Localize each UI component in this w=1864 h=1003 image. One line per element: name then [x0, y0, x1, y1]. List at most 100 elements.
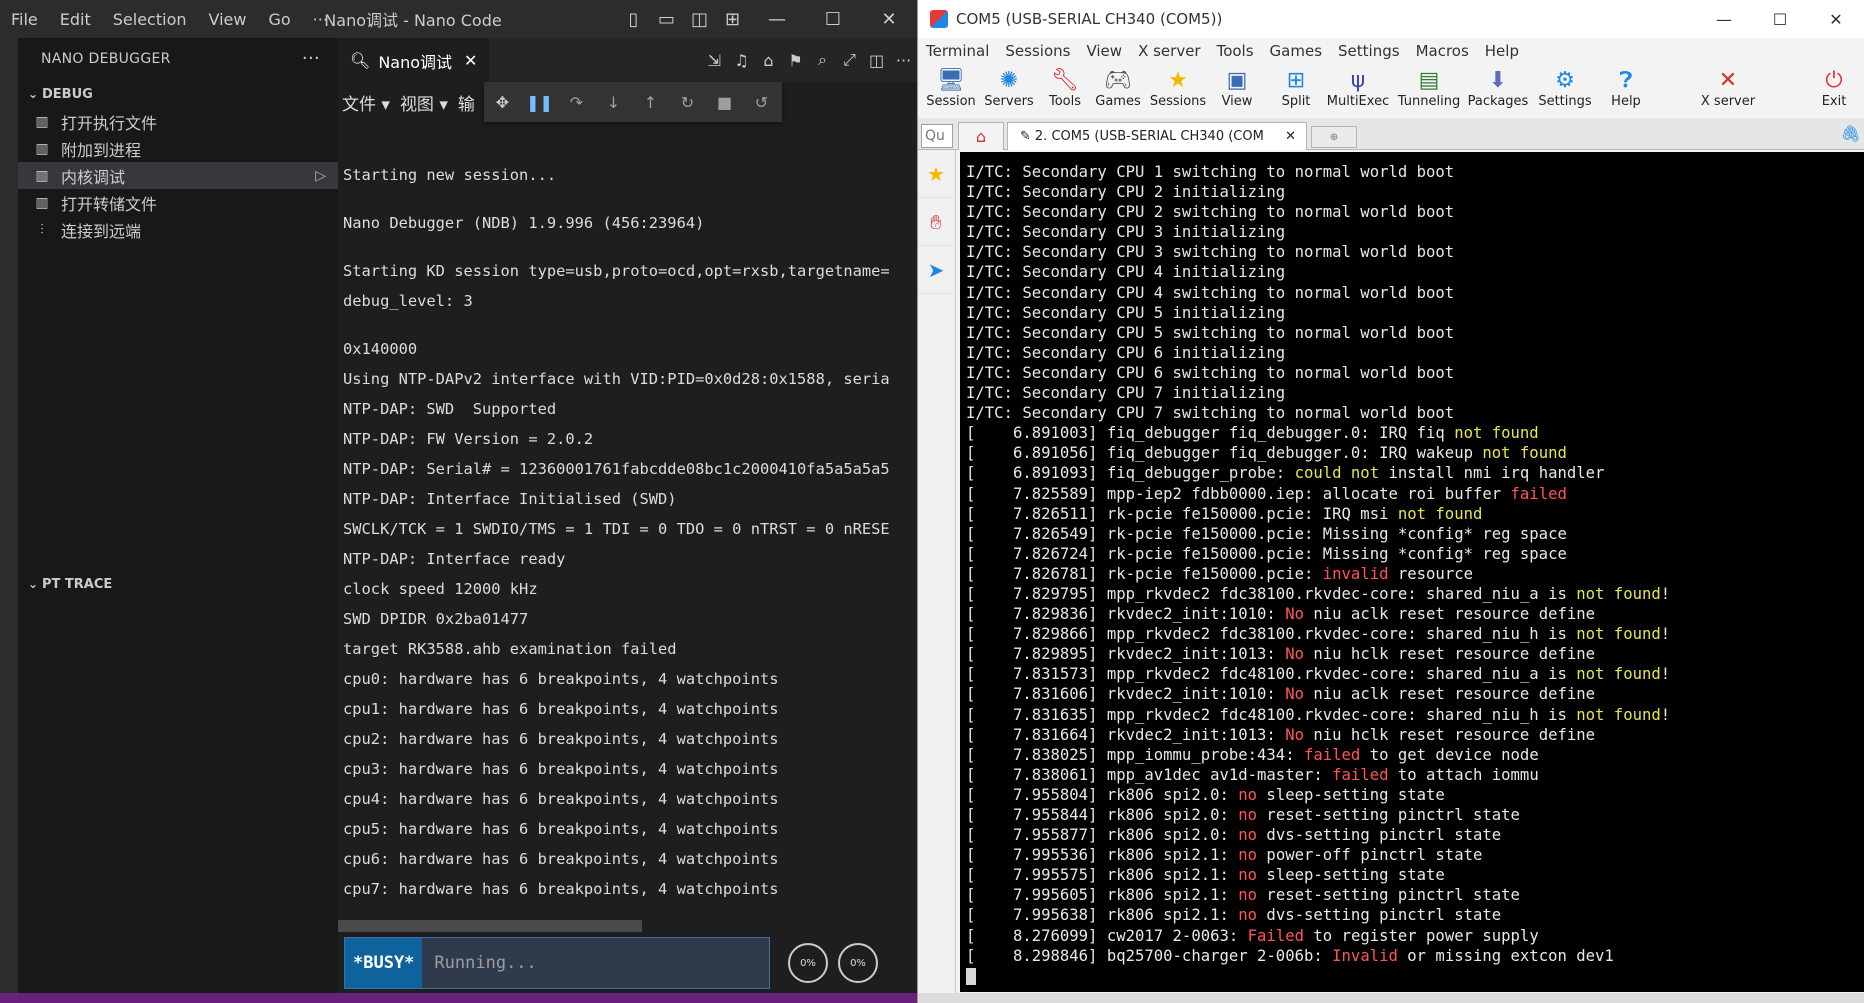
toolbar-multiexec-button[interactable]: ψ MultiExec: [1326, 66, 1390, 110]
terminal-line: I/TC: Secondary CPU 2 initializing: [966, 182, 1864, 202]
more-actions-icon[interactable]: ···: [890, 38, 917, 82]
toolbar-settings-button[interactable]: ⚙ Settings: [1534, 66, 1596, 110]
toolbar-servers-button[interactable]: ✺ Servers: [982, 66, 1036, 110]
menu-selection[interactable]: Selection: [102, 10, 198, 29]
sidebar-item-open-executable[interactable]: ▥ 打开执行文件: [18, 108, 338, 135]
minimize-icon[interactable]: —: [749, 0, 805, 38]
horizontal-scrollbar[interactable]: [338, 920, 642, 932]
menu-more[interactable]: ···: [302, 10, 339, 29]
toolbar-packages-button[interactable]: ⬇ Packages: [1466, 66, 1530, 110]
toolbar-exit-button[interactable]: ⏻ Exit: [1816, 66, 1852, 110]
attach-icon[interactable]: 🖇︎: [1841, 124, 1861, 143]
load-icon[interactable]: ⇲: [701, 38, 728, 82]
menu-edit[interactable]: Edit: [49, 10, 102, 29]
terminal-text: I/TC: Secondary CPU 7 initializing: [966, 384, 1286, 403]
terminal-text: failed: [1510, 484, 1567, 503]
restart-icon[interactable]: ↻: [669, 82, 706, 122]
serial-terminal[interactable]: I/TC: Secondary CPU 1 switching to norma…: [960, 152, 1864, 992]
home-tab[interactable]: ⌂: [958, 122, 1004, 150]
sidebar-item-attach-process[interactable]: ▥ 附加到进程: [18, 135, 338, 162]
sidebar-item-open-dump[interactable]: ▥ 打开转储文件: [18, 189, 338, 216]
tab-nano-debug[interactable]: 🔍︎ Nano调试 ✕: [338, 38, 490, 82]
toggle-panel-icon[interactable]: ▭: [650, 0, 683, 38]
debug-section-header[interactable]: ⌄ DEBUG: [18, 80, 338, 108]
menu-macros[interactable]: Macros: [1408, 42, 1477, 60]
sidebar-item-connect-remote[interactable]: ⫶ 连接到远端: [18, 216, 338, 243]
zoom-icon[interactable]: ⌕: [809, 38, 836, 82]
terminal-text: failed: [1303, 745, 1361, 764]
toolbar-view-button[interactable]: ▣ View: [1214, 66, 1260, 110]
command-input[interactable]: *BUSY* Running...: [344, 937, 770, 989]
maximize-icon[interactable]: ☐: [805, 0, 861, 38]
menu-help[interactable]: Help: [1477, 42, 1527, 60]
toggle-secondary-sidebar-icon[interactable]: ◫: [683, 0, 716, 38]
toolbar-xserver-button[interactable]: ✕ X server: [1700, 66, 1756, 110]
disconnect-icon[interactable]: ↺: [743, 82, 780, 122]
editor-menu-output[interactable]: 输: [454, 90, 481, 115]
sidebar-title: NANO DEBUGGER: [41, 51, 171, 67]
help-icon: ❓︎: [1619, 67, 1633, 93]
tab-close-icon[interactable]: ✕: [1285, 129, 1296, 144]
minimize-icon[interactable]: —: [1696, 0, 1752, 38]
terminal-text: [ 7.829836] rkvdec2_init:1010:: [966, 605, 1286, 624]
pause-icon[interactable]: ❚❚: [521, 82, 558, 122]
close-icon[interactable]: ✕: [861, 0, 917, 38]
maximize-icon[interactable]: ☐: [1752, 0, 1808, 38]
terminal-text: No: [1285, 645, 1304, 664]
menu-view[interactable]: View: [1078, 42, 1130, 60]
step-into-icon[interactable]: ↓: [595, 82, 632, 122]
toolbar-split-button[interactable]: ⊞ Split: [1274, 66, 1318, 110]
toolbar-session-button[interactable]: 🖥︎ Session: [926, 66, 976, 110]
menu-go[interactable]: Go: [257, 10, 301, 29]
quick-connect-input[interactable]: Qu: [921, 124, 953, 148]
toolbar-tools-button[interactable]: 🔧︎ Tools: [1042, 66, 1088, 110]
fullscreen-icon[interactable]: ⤢: [836, 38, 863, 82]
customize-layout-icon[interactable]: ⊞: [716, 0, 749, 38]
toolbar-games-button[interactable]: 🎮︎ Games: [1092, 66, 1144, 110]
terminal-text: not found: [1454, 424, 1539, 443]
toggle-sidebar-icon[interactable]: ▯: [617, 0, 650, 38]
burn-icon[interactable]: ⚑: [782, 38, 809, 82]
menu-tools[interactable]: Tools: [1209, 42, 1262, 60]
menu-view[interactable]: View: [198, 10, 258, 29]
sidebar-item-kernel-debug[interactable]: ▥ 内核调试 ▷: [18, 162, 338, 189]
tools-icon[interactable]: ✋︎: [918, 198, 954, 246]
terminal-line: I/TC: Secondary CPU 1 switching to norma…: [966, 162, 1864, 182]
step-out-icon[interactable]: ↑: [632, 82, 669, 122]
step-over-icon[interactable]: ↷: [558, 82, 595, 122]
menu-terminal[interactable]: Terminal: [918, 42, 997, 60]
terminal-line: [ 7.831635] mpp_rkvdec2 fdc48100.rkvdec-…: [966, 705, 1864, 725]
menu-file[interactable]: File: [0, 10, 49, 29]
send-icon[interactable]: ➤: [918, 246, 954, 294]
menu-settings[interactable]: Settings: [1330, 42, 1408, 60]
menu-xserver[interactable]: X server: [1130, 42, 1209, 60]
console-line: cpu6: hardware has 6 breakpoints, 4 watc…: [343, 850, 779, 868]
new-tab-button[interactable]: ⊕: [1311, 126, 1357, 148]
music-icon[interactable]: ♫: [728, 38, 755, 82]
pt-trace-section-header[interactable]: ⌄ PT TRACE: [18, 570, 338, 598]
console-line: SWD DPIDR 0x2ba01477: [343, 610, 529, 628]
tab-close-icon[interactable]: ✕: [464, 51, 477, 70]
split-editor-icon[interactable]: ◫: [863, 38, 890, 82]
play-icon[interactable]: ▷: [315, 168, 326, 184]
toolbar-help-button[interactable]: ❓︎ Help: [1606, 66, 1646, 110]
editor-menu-view[interactable]: 视图 ▾: [396, 90, 454, 115]
menu-games[interactable]: Games: [1262, 42, 1330, 60]
stop-icon[interactable]: ■: [706, 82, 743, 122]
editor-menu-file[interactable]: 文件 ▾: [338, 90, 396, 115]
tab-com5-session[interactable]: ✎ 2. COM5 (USB-SERIAL CH340 (COM ✕: [1007, 122, 1307, 150]
sidebar-more-icon[interactable]: ···: [302, 48, 320, 69]
menu-sessions[interactable]: Sessions: [997, 42, 1078, 60]
console-line: cpu2: hardware has 6 breakpoints, 4 watc…: [343, 730, 779, 748]
toolbar-tunneling-button[interactable]: ▤ Tunneling: [1394, 66, 1464, 110]
clean-icon[interactable]: ⌂: [755, 38, 782, 82]
sessions-star-icon[interactable]: ★: [918, 150, 954, 198]
drag-handle-icon[interactable]: ✥: [484, 82, 521, 122]
search-icon: 🔍︎: [350, 51, 371, 70]
toolbar-sessions-button[interactable]: ★ Sessions: [1148, 66, 1208, 110]
close-icon[interactable]: ✕: [1808, 0, 1864, 38]
terminal-text: !: [1660, 625, 1671, 644]
terminal-text: [ 7.995638] rk806 spi2.1:: [966, 906, 1239, 925]
